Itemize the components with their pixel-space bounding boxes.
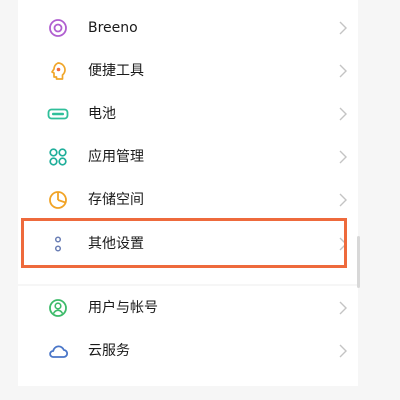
- settings-item-battery[interactable]: 电池: [18, 94, 358, 137]
- settings-item-label: 便捷工具: [88, 63, 144, 79]
- settings-item-app-management[interactable]: 应用管理: [18, 137, 358, 180]
- breeno-icon: [46, 16, 70, 40]
- cloud-icon: [46, 339, 70, 363]
- chevron-right-icon: [338, 106, 348, 122]
- settings-item-tools[interactable]: 便捷工具: [18, 51, 358, 94]
- settings-group-system: Breeno 便捷工具 电池 应用管理 存储空间 其他设置: [18, 0, 358, 284]
- tools-icon: [46, 59, 70, 83]
- scrollbar[interactable]: [357, 236, 360, 288]
- apps-grid-icon: [46, 145, 70, 169]
- chevron-right-icon: [338, 236, 348, 252]
- settings-group-account: 用户与帐号 云服务: [18, 286, 358, 386]
- chevron-right-icon: [338, 63, 348, 79]
- settings-item-label: 云服务: [88, 343, 130, 359]
- settings-item-other-settings[interactable]: 其他设置: [18, 224, 358, 267]
- settings-item-user-account[interactable]: 用户与帐号: [18, 288, 358, 331]
- settings-item-cloud-service[interactable]: 云服务: [18, 331, 358, 374]
- battery-icon: [46, 102, 70, 126]
- more-dots-icon: [46, 232, 70, 256]
- chevron-right-icon: [338, 20, 348, 36]
- settings-item-breeno[interactable]: Breeno: [18, 8, 358, 51]
- settings-item-label: 存储空间: [88, 192, 144, 208]
- chevron-right-icon: [338, 149, 348, 165]
- chevron-right-icon: [338, 192, 348, 208]
- settings-item-storage[interactable]: 存储空间: [18, 180, 358, 223]
- chevron-right-icon: [338, 343, 348, 359]
- settings-item-label: 用户与帐号: [88, 300, 158, 316]
- storage-icon: [46, 188, 70, 212]
- chevron-right-icon: [338, 300, 348, 316]
- settings-item-label: 电池: [88, 106, 116, 122]
- settings-item-label: 其他设置: [88, 236, 144, 252]
- user-account-icon: [46, 296, 70, 320]
- settings-item-label: 应用管理: [88, 149, 144, 165]
- settings-screen: Breeno 便捷工具 电池 应用管理 存储空间 其他设置 用户与帐号 云服务: [0, 0, 400, 400]
- settings-item-label: Breeno: [88, 20, 138, 36]
